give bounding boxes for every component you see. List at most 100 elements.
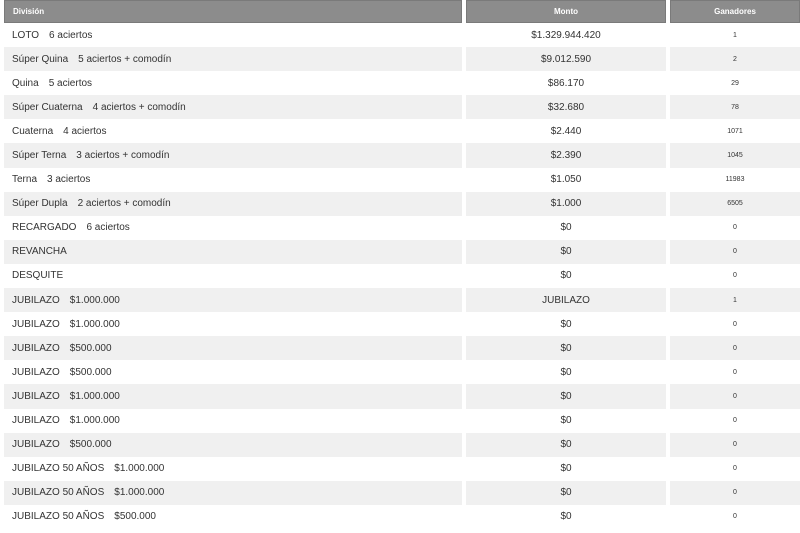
ganadores-cell: 0 (670, 432, 800, 457)
results-table: División Monto Ganadores LOTO 6 aciertos $… (0, 0, 800, 529)
ganadores-cell: 0 (670, 263, 800, 289)
header-monto: Monto (466, 0, 666, 23)
division-detail: $1.000.000 (69, 415, 120, 427)
division-cell: JUBILAZO $500.000 (4, 432, 462, 457)
monto-cell: $0 (466, 263, 666, 289)
division-detail: $1.000.000 (69, 390, 120, 402)
division-cell: JUBILAZO 50 AÑOS $1.000.000 (4, 480, 462, 505)
table-row: Súper Terna 3 aciertos + comodín $2.390 104… (4, 143, 800, 168)
monto-cell: $1.050 (466, 167, 666, 192)
table-row: JUBILAZO $500.000 $0 0 (4, 360, 800, 385)
division-detail: 3 aciertos + comodín (76, 150, 170, 162)
table-body: LOTO 6 aciertos $1.329.944.420 1 Súper Quina… (4, 23, 800, 529)
monto-cell: $86.170 (466, 71, 666, 96)
division-name: LOTO (12, 29, 40, 41)
table-row: RECARGADO 6 aciertos $0 0 (4, 215, 800, 240)
division-cell: Terna 3 aciertos (4, 167, 462, 192)
table-row: JUBILAZO 50 AÑOS $1.000.000 $0 0 (4, 480, 800, 505)
monto-cell: $1.000 (466, 191, 666, 216)
division-cell: Súper Terna 3 aciertos + comodín (4, 143, 462, 168)
table-row: REVANCHA $0 0 (4, 239, 800, 264)
division-detail: 5 aciertos + comodín (78, 53, 172, 65)
ganadores-cell: 0 (670, 408, 800, 433)
table-row: Súper Cuaterna 4 aciertos + comodín $32.68… (4, 95, 800, 120)
division-name: JUBILAZO (12, 390, 60, 402)
division-name: JUBILAZO 50 AÑOS (12, 487, 105, 499)
division-name: Súper Quina (12, 53, 69, 65)
table-row: Súper Quina 5 aciertos + comodín $9.012.59… (4, 47, 800, 72)
table-row: JUBILAZO $1.000.000 $0 0 (4, 312, 800, 337)
division-name: JUBILAZO (12, 415, 60, 427)
division-cell: JUBILAZO 50 AÑOS $1.000.000 (4, 456, 462, 481)
header-division: División (4, 0, 462, 23)
division-detail: $500.000 (69, 366, 112, 378)
division-cell: RECARGADO 6 aciertos (4, 215, 462, 240)
division-name: JUBILAZO (12, 294, 60, 306)
division-detail: $500.000 (69, 342, 112, 354)
division-cell: JUBILAZO $1.000.000 (4, 408, 462, 433)
ganadores-cell: 11983 (670, 167, 800, 192)
monto-cell: $0 (466, 480, 666, 505)
ganadores-cell: 0 (670, 504, 800, 529)
monto-cell: $0 (466, 504, 666, 529)
header-row: División Monto Ganadores (4, 0, 800, 23)
division-detail: $1.000.000 (69, 294, 120, 306)
table-header: División Monto Ganadores (4, 0, 800, 23)
division-cell: DESQUITE (4, 263, 462, 289)
division-detail: $1.000.000 (114, 463, 165, 475)
monto-cell: $0 (466, 456, 666, 481)
ganadores-cell: 0 (670, 215, 800, 240)
division-cell: JUBILAZO 50 AÑOS $500.000 (4, 504, 462, 529)
monto-cell: $0 (466, 215, 666, 240)
division-name: Súper Cuaterna (12, 101, 83, 113)
ganadores-cell: 1071 (670, 119, 800, 144)
ganadores-cell: 0 (670, 456, 800, 481)
monto-cell: $2.390 (466, 143, 666, 168)
table-row: JUBILAZO $1.000.000 $0 0 (4, 384, 800, 409)
division-detail: 3 aciertos (47, 174, 91, 186)
division-cell: JUBILAZO $500.000 (4, 336, 462, 361)
table-row: JUBILAZO $1.000.000 $0 0 (4, 408, 800, 433)
ganadores-cell: 1 (670, 288, 800, 313)
monto-cell: JUBILAZO (466, 288, 666, 313)
ganadores-cell: 0 (670, 384, 800, 409)
table-row: Terna 3 aciertos $1.050 11983 (4, 167, 800, 192)
division-name: DESQUITE (12, 270, 64, 282)
division-name: JUBILAZO (12, 439, 60, 451)
division-cell: REVANCHA (4, 239, 462, 264)
division-name: JUBILAZO 50 AÑOS (12, 511, 105, 523)
division-cell: JUBILAZO $1.000.000 (4, 312, 462, 337)
ganadores-cell: 1 (670, 23, 800, 48)
ganadores-cell: 29 (670, 71, 800, 96)
monto-cell: $0 (466, 432, 666, 457)
ganadores-cell: 0 (670, 336, 800, 361)
division-detail: $500.000 (114, 511, 156, 523)
table-row: JUBILAZO 50 AÑOS $500.000 $0 0 (4, 504, 800, 529)
table-row: Cuaterna 4 aciertos $2.440 1071 (4, 119, 800, 144)
division-name: REVANCHA (12, 246, 67, 258)
division-cell: Cuaterna 4 aciertos (4, 119, 462, 144)
table-row: Quina 5 aciertos $86.170 29 (4, 71, 800, 96)
division-name: RECARGADO (12, 222, 77, 234)
ganadores-cell: 0 (670, 239, 800, 264)
division-name: Quina (12, 77, 39, 89)
monto-cell: $0 (466, 384, 666, 409)
division-detail: 4 aciertos (63, 125, 107, 137)
table-row: JUBILAZO $1.000.000 JUBILAZO 1 (4, 288, 800, 313)
monto-cell: $0 (466, 312, 666, 337)
header-ganadores: Ganadores (670, 0, 800, 23)
division-cell: LOTO 6 aciertos (4, 23, 462, 48)
division-detail: 4 aciertos + comodín (92, 101, 186, 113)
ganadores-cell: 78 (670, 95, 800, 120)
monto-cell: $2.440 (466, 119, 666, 144)
division-detail: $500.000 (69, 439, 112, 451)
monto-cell: $32.680 (466, 95, 666, 120)
monto-cell: $9.012.590 (466, 47, 666, 72)
division-detail: $1.000.000 (114, 487, 165, 499)
ganadores-cell: 0 (670, 480, 800, 505)
division-name: Súper Terna (12, 150, 67, 162)
division-detail: $1.000.000 (69, 318, 120, 330)
division-name: JUBILAZO (12, 318, 60, 330)
table-row: DESQUITE $0 0 (4, 263, 800, 289)
ganadores-cell: 0 (670, 360, 800, 385)
